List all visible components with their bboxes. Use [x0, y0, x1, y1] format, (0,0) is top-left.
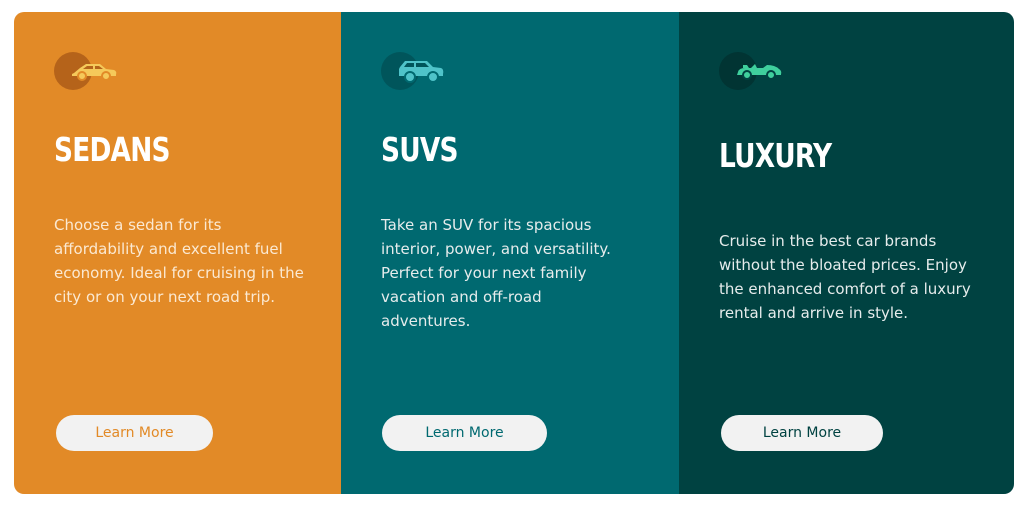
- card-sedans: SEDANS Choose a sedan for its affordabil…: [14, 12, 341, 494]
- card-description: Take an SUV for its spacious interior, p…: [381, 216, 611, 330]
- learn-more-button[interactable]: Learn More: [721, 415, 883, 451]
- card-description: Choose a sedan for its affordability and…: [54, 216, 304, 306]
- card-title: LUXURY: [719, 136, 832, 175]
- luxury-car-icon: [719, 52, 789, 92]
- card-title: SEDANS: [54, 130, 171, 169]
- card-description: Cruise in the best car brands without th…: [719, 232, 971, 322]
- car-category-cards: SEDANS Choose a sedan for its affordabil…: [14, 12, 1014, 494]
- learn-more-button[interactable]: Learn More: [382, 415, 547, 451]
- card-title: SUVS: [381, 130, 458, 169]
- sedan-car-icon-graphic: [72, 64, 117, 81]
- card-suvs: SUVS Take an SUV for its spacious interi…: [341, 12, 679, 494]
- card-luxury: LUXURY Cruise in the best car brands wit…: [679, 12, 1014, 494]
- learn-more-button[interactable]: Learn More: [56, 415, 213, 451]
- suv-car-icon: [381, 52, 451, 92]
- luxury-car-icon-graphic: [737, 64, 782, 80]
- sedan-car-icon: [54, 52, 124, 92]
- suv-car-icon-graphic: [399, 61, 444, 83]
